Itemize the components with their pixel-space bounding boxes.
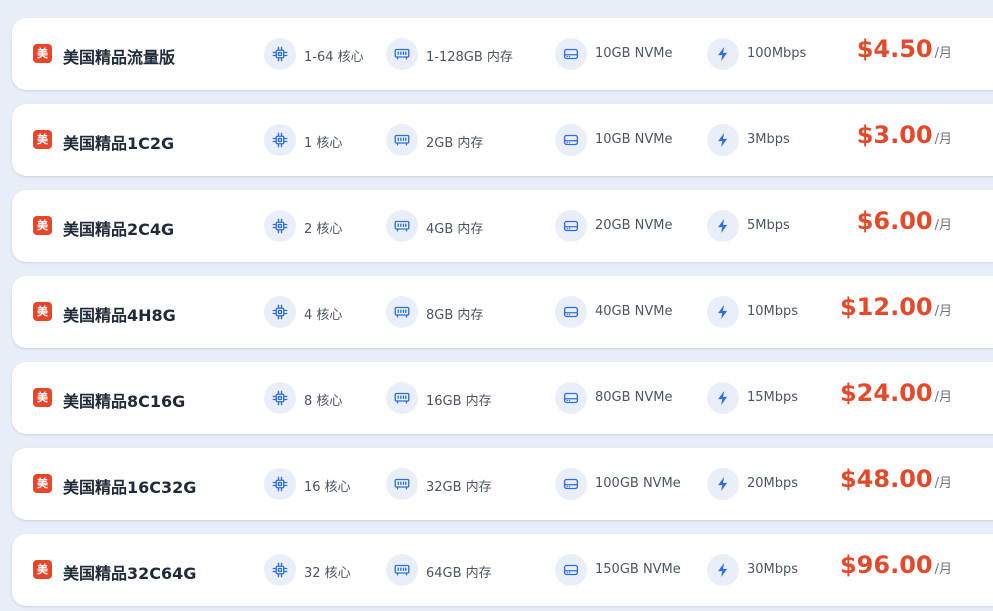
plan-card[interactable]: 美 美国精品2C4G 2 核心 4GB 内存 20GB NVMe 5Mbps $…	[12, 190, 993, 262]
memory-spec: 4GB 内存	[426, 222, 484, 237]
cpu-icon	[264, 210, 296, 242]
memory-icon	[386, 38, 418, 70]
cpu-spec: 1-64 核心	[304, 50, 364, 65]
price-unit: /月	[934, 132, 952, 147]
lightning-icon	[707, 124, 739, 156]
plan-name: 美国精品32C64G	[63, 564, 197, 583]
disk-spec: 100GB NVMe	[595, 476, 681, 491]
memory-spec: 8GB 内存	[426, 308, 484, 323]
bandwidth-spec: 15Mbps	[747, 390, 799, 405]
cpu-icon	[264, 382, 296, 414]
price: $4.50/月	[857, 35, 952, 63]
plan-card[interactable]: 美 美国精品流量版 1-64 核心 1-128GB 内存 10GB NVMe 1…	[12, 18, 993, 90]
price: $24.00/月	[840, 379, 952, 407]
plan-card[interactable]: 美 美国精品32C64G 32 核心 64GB 内存 150GB NVMe 30…	[12, 534, 993, 606]
memory-icon	[386, 210, 418, 242]
bandwidth-spec: 100Mbps	[747, 46, 807, 61]
plan-list: 美 美国精品流量版 1-64 核心 1-128GB 内存 10GB NVMe 1…	[0, 0, 993, 611]
price: $6.00/月	[857, 207, 952, 235]
us-flag-icon: 美	[33, 44, 52, 63]
us-flag-icon: 美	[33, 474, 52, 493]
disk-spec: 20GB NVMe	[595, 218, 673, 233]
lightning-icon	[707, 210, 739, 242]
price: $12.00/月	[840, 293, 952, 321]
price-amount: $3.00	[856, 121, 933, 149]
lightning-icon	[707, 382, 739, 414]
memory-spec: 32GB 内存	[426, 480, 492, 495]
lightning-icon	[707, 554, 739, 586]
plan-name: 美国精品流量版	[63, 48, 176, 67]
disk-spec: 10GB NVMe	[595, 132, 673, 147]
cpu-spec: 32 核心	[304, 566, 351, 581]
disk-spec: 80GB NVMe	[595, 390, 673, 405]
bandwidth-spec: 5Mbps	[747, 218, 790, 233]
plan-name: 美国精品16C32G	[63, 478, 197, 497]
us-flag-icon: 美	[33, 130, 52, 149]
lightning-icon	[707, 296, 739, 328]
disk-spec: 40GB NVMe	[595, 304, 673, 319]
disk-icon	[555, 124, 587, 156]
memory-spec: 64GB 内存	[426, 566, 492, 581]
plan-name: 美国精品8C16G	[63, 392, 186, 411]
plan-name: 美国精品1C2G	[63, 134, 175, 153]
bandwidth-spec: 10Mbps	[747, 304, 799, 319]
disk-icon	[555, 296, 587, 328]
bandwidth-spec: 3Mbps	[747, 132, 790, 147]
memory-icon	[386, 554, 418, 586]
price: $3.00/月	[857, 121, 952, 149]
cpu-icon	[264, 296, 296, 328]
us-flag-icon: 美	[33, 560, 52, 579]
bandwidth-spec: 20Mbps	[747, 476, 799, 491]
cpu-icon	[264, 38, 296, 70]
memory-spec: 2GB 内存	[426, 136, 484, 151]
price-unit: /月	[934, 218, 952, 233]
cpu-spec: 2 核心	[304, 222, 343, 237]
disk-icon	[555, 554, 587, 586]
disk-icon	[555, 468, 587, 500]
price-unit: /月	[934, 562, 952, 577]
disk-spec: 150GB NVMe	[595, 562, 681, 577]
price-amount: $48.00	[839, 465, 933, 493]
price-amount: $96.00	[839, 551, 933, 579]
lightning-icon	[707, 38, 739, 70]
cpu-spec: 4 核心	[304, 308, 343, 323]
price-unit: /月	[934, 304, 952, 319]
memory-icon	[386, 296, 418, 328]
memory-icon	[386, 124, 418, 156]
price-unit: /月	[934, 476, 952, 491]
cpu-icon	[264, 554, 296, 586]
cpu-spec: 16 核心	[304, 480, 351, 495]
price-unit: /月	[934, 46, 952, 61]
plan-card[interactable]: 美 美国精品16C32G 16 核心 32GB 内存 100GB NVMe 20…	[12, 448, 993, 520]
price: $96.00/月	[840, 551, 952, 579]
disk-spec: 10GB NVMe	[595, 46, 673, 61]
price-unit: /月	[934, 390, 952, 405]
disk-icon	[555, 210, 587, 242]
bandwidth-spec: 30Mbps	[747, 562, 799, 577]
disk-icon	[555, 38, 587, 70]
cpu-spec: 8 核心	[304, 394, 343, 409]
plan-card[interactable]: 美 美国精品4H8G 4 核心 8GB 内存 40GB NVMe 10Mbps …	[12, 276, 993, 348]
lightning-icon	[707, 468, 739, 500]
us-flag-icon: 美	[33, 388, 52, 407]
plan-card[interactable]: 美 美国精品1C2G 1 核心 2GB 内存 10GB NVMe 3Mbps $…	[12, 104, 993, 176]
us-flag-icon: 美	[33, 302, 52, 321]
cpu-icon	[264, 124, 296, 156]
price-amount: $24.00	[839, 379, 933, 407]
cpu-icon	[264, 468, 296, 500]
cpu-spec: 1 核心	[304, 136, 343, 151]
plan-name: 美国精品4H8G	[63, 306, 176, 325]
memory-spec: 1-128GB 内存	[426, 50, 513, 65]
memory-icon	[386, 468, 418, 500]
price: $48.00/月	[840, 465, 952, 493]
plan-card[interactable]: 美 美国精品8C16G 8 核心 16GB 内存 80GB NVMe 15Mbp…	[12, 362, 993, 434]
disk-icon	[555, 382, 587, 414]
price-amount: $12.00	[839, 293, 933, 321]
memory-spec: 16GB 内存	[426, 394, 492, 409]
us-flag-icon: 美	[33, 216, 52, 235]
price-amount: $4.50	[856, 35, 933, 63]
memory-icon	[386, 382, 418, 414]
plan-name: 美国精品2C4G	[63, 220, 175, 239]
price-amount: $6.00	[856, 207, 933, 235]
